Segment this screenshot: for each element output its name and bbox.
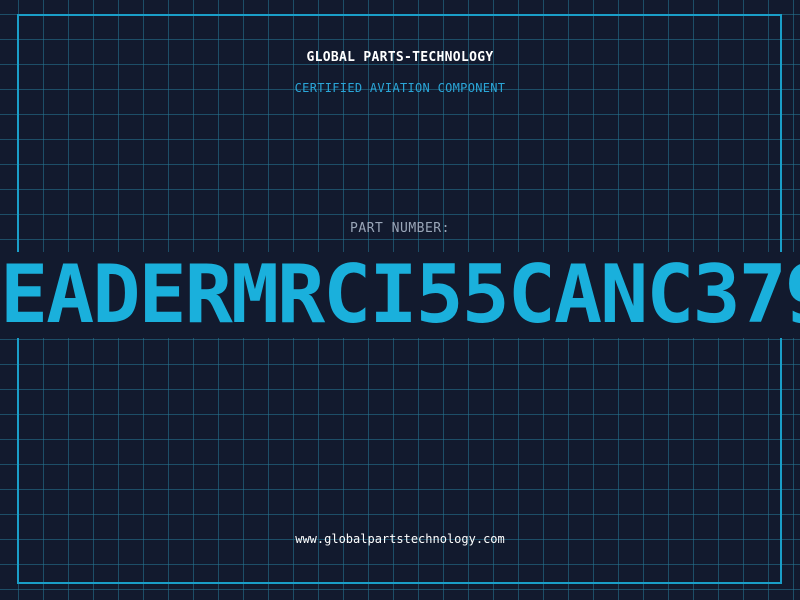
part-number-band: EADERMRCI55CANC379 — [0, 252, 800, 338]
part-number-label: PART NUMBER: — [350, 221, 450, 236]
website-url: www.globalpartstechnology.com — [295, 532, 505, 546]
part-number-value: EADERMRCI55CANC379 — [0, 252, 800, 338]
certification-subtitle: CERTIFIED AVIATION COMPONENT — [294, 81, 506, 95]
company-name: GLOBAL PARTS-TECHNOLOGY — [306, 50, 494, 65]
